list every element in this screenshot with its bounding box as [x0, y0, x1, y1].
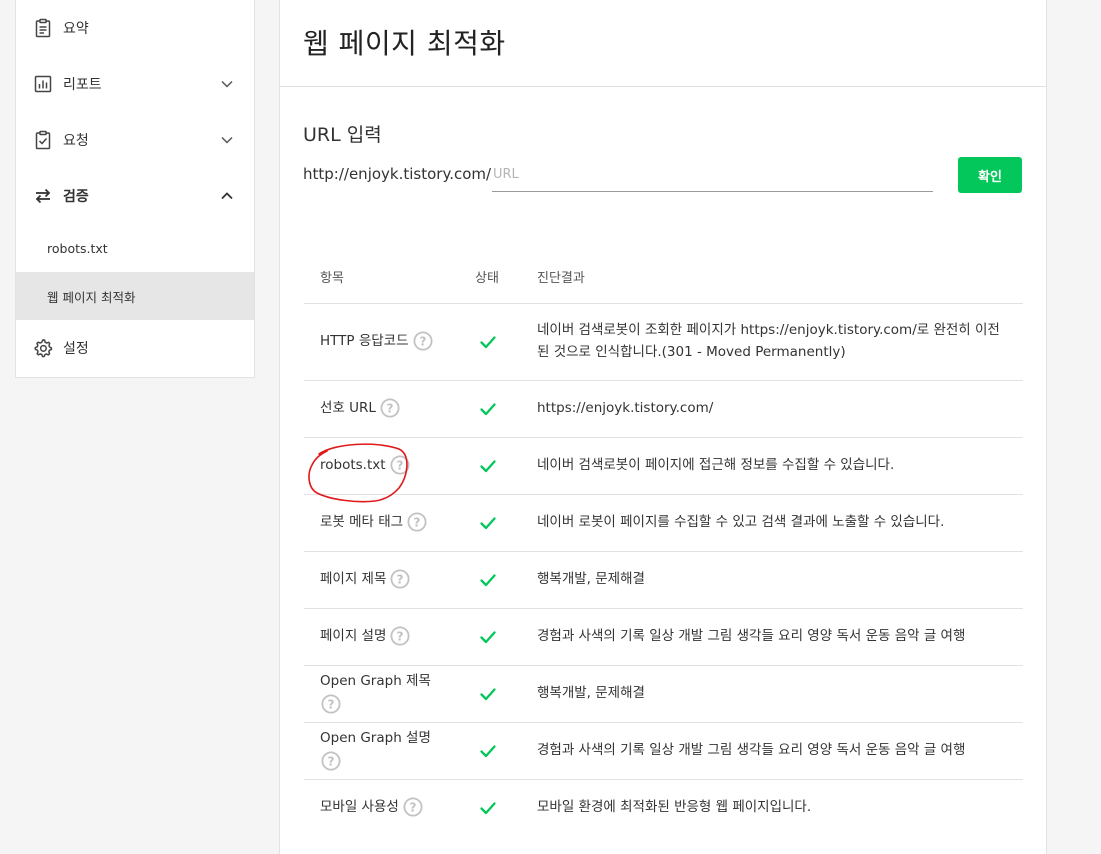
table-row: 모바일 사용성? 모바일 환경에 최적화된 반응형 웹 페이지입니다. [304, 780, 1023, 836]
help-icon[interactable]: ? [390, 569, 410, 589]
svg-text:?: ? [414, 515, 421, 529]
row-item: robots.txt? [320, 454, 410, 476]
check-icon [478, 798, 498, 818]
sidebar-item-label: 리포트 [63, 77, 102, 93]
row-result: 행복개발, 문제해결 [537, 685, 645, 701]
sidebar-item-report[interactable]: 리포트 [16, 56, 254, 112]
column-header-result: 진단결과 [537, 271, 585, 286]
row-result: 모바일 환경에 최적화된 반응형 웹 페이지입니다. [537, 799, 812, 815]
help-icon[interactable]: ? [321, 751, 341, 771]
check-icon [478, 741, 498, 761]
chevron-up-icon [220, 189, 234, 203]
row-item-label: Open Graph 제목 [320, 673, 431, 689]
svg-text:?: ? [396, 458, 403, 472]
sidebar-item-label: 검증 [63, 189, 89, 205]
check-icon [478, 570, 498, 590]
svg-text:?: ? [419, 334, 426, 348]
bar-chart-icon [33, 74, 53, 94]
column-header-status: 상태 [475, 271, 499, 286]
chevron-down-icon [220, 133, 234, 147]
sidebar-item-label: 설정 [63, 341, 89, 357]
table-row: 선호 URL? https://enjoyk.tistory.com/ [304, 381, 1023, 438]
row-result: 네이버 검색로봇이 조회한 페이지가 https://enjoyk.tistor… [537, 322, 1000, 360]
row-item: 페이지 제목? [320, 568, 410, 590]
sidebar-item-label: 요약 [63, 21, 89, 37]
table-row: robots.txt? 네이버 검색로봇이 페이지에 접근해 정보를 수집할 수… [304, 438, 1023, 495]
row-item-label: 페이지 제목 [320, 571, 387, 587]
svg-text:?: ? [386, 401, 393, 415]
row-item-label: 모바일 사용성 [320, 799, 399, 815]
sidebar-item-settings[interactable]: 설정 [16, 320, 254, 376]
row-item: 선호 URL? [320, 397, 400, 419]
row-item: Open Graph 설명? [320, 727, 431, 771]
url-prefix: http://enjoyk.tistory.com/ [303, 165, 492, 183]
svg-text:?: ? [328, 754, 335, 768]
main-panel: 웹 페이지 최적화 URL 입력 http://enjoyk.tistory.c… [279, 0, 1047, 854]
clipboard-icon [33, 18, 53, 38]
svg-text:?: ? [409, 800, 416, 814]
table-row: 로봇 메타 태그? 네이버 로봇이 페이지를 수집할 수 있고 검색 결과에 노… [304, 495, 1023, 552]
row-item: HTTP 응답코드? [320, 330, 433, 352]
check-icon [478, 332, 498, 352]
row-item-label: robots.txt [320, 457, 386, 473]
sidebar-subitem-label: 웹 페이지 최적화 [47, 289, 136, 305]
row-item: Open Graph 제목? [320, 670, 431, 714]
sidebar-subitem-label: robots.txt [47, 240, 108, 256]
table-row: HTTP 응답코드? 네이버 검색로봇이 조회한 페이지가 https://en… [304, 304, 1023, 381]
check-icon [478, 456, 498, 476]
row-result: 네이버 검색로봇이 페이지에 접근해 정보를 수집할 수 있습니다. [537, 457, 895, 473]
row-item-label: 선호 URL [320, 400, 376, 416]
check-icon [478, 684, 498, 704]
page-title: 웹 페이지 최적화 [303, 27, 506, 60]
table-row: 페이지 제목? 행복개발, 문제해결 [304, 552, 1023, 609]
help-icon[interactable]: ? [321, 694, 341, 714]
sidebar-subitem-robots[interactable]: robots.txt [16, 224, 254, 272]
row-item-label: 로봇 메타 태그 [320, 514, 404, 530]
sidebar-subitem-web-optimize[interactable]: 웹 페이지 최적화 [16, 272, 254, 320]
svg-text:?: ? [397, 629, 404, 643]
svg-text:?: ? [328, 697, 335, 711]
row-result: 네이버 로봇이 페이지를 수집할 수 있고 검색 결과에 노출할 수 있습니다. [537, 514, 945, 530]
divider [280, 86, 1046, 87]
column-header-item: 항목 [320, 271, 344, 286]
check-icon [478, 513, 498, 533]
help-icon[interactable]: ? [380, 398, 400, 418]
diagnosis-table: 항목 상태 진단결과 HTTP 응답코드? 네이버 검색로봇이 조회한 페이지가… [304, 246, 1023, 836]
help-icon[interactable]: ? [407, 512, 427, 532]
row-item: 모바일 사용성? [320, 796, 423, 818]
row-item-label: HTTP 응답코드 [320, 333, 409, 349]
row-result: 경험과 사색의 기록 일상 개발 그림 생각들 요리 영양 독서 운동 음악 글… [537, 628, 966, 644]
sidebar-item-summary[interactable]: 요약 [16, 0, 254, 56]
sidebar-item-request[interactable]: 요청 [16, 112, 254, 168]
help-icon[interactable]: ? [390, 626, 410, 646]
table-row: Open Graph 설명? 경험과 사색의 기록 일상 개발 그림 생각들 요… [304, 723, 1023, 780]
confirm-button[interactable]: 확인 [958, 157, 1022, 193]
swap-arrows-icon [33, 186, 53, 206]
row-item-label: 페이지 설명 [320, 628, 387, 644]
help-icon[interactable]: ? [390, 455, 410, 475]
table-row: Open Graph 제목? 행복개발, 문제해결 [304, 666, 1023, 723]
sidebar: 요약 리포트 요청 검증 robots.txt 웹 페이지 최적화 설정 [15, 0, 255, 378]
url-section-title: URL 입력 [303, 124, 382, 146]
sidebar-item-verify[interactable]: 검증 [16, 168, 254, 224]
chevron-down-icon [220, 77, 234, 91]
help-icon[interactable]: ? [403, 797, 423, 817]
row-item: 로봇 메타 태그? [320, 511, 427, 533]
table-header: 항목 상태 진단결과 [304, 246, 1023, 304]
gear-icon [33, 338, 53, 358]
sidebar-item-label: 요청 [63, 133, 89, 149]
table-row: 페이지 설명? 경험과 사색의 기록 일상 개발 그림 생각들 요리 영양 독서… [304, 609, 1023, 666]
check-icon [478, 627, 498, 647]
row-item: 페이지 설명? [320, 625, 410, 647]
check-icon [478, 399, 498, 419]
help-icon[interactable]: ? [413, 331, 433, 351]
row-result: https://enjoyk.tistory.com/ [537, 400, 714, 416]
url-input[interactable] [492, 158, 933, 192]
row-item-label: Open Graph 설명 [320, 730, 431, 746]
row-result: 행복개발, 문제해결 [537, 571, 645, 587]
clipboard-check-icon [33, 130, 53, 150]
svg-text:?: ? [397, 572, 404, 586]
row-result: 경험과 사색의 기록 일상 개발 그림 생각들 요리 영양 독서 운동 음악 글… [537, 742, 966, 758]
